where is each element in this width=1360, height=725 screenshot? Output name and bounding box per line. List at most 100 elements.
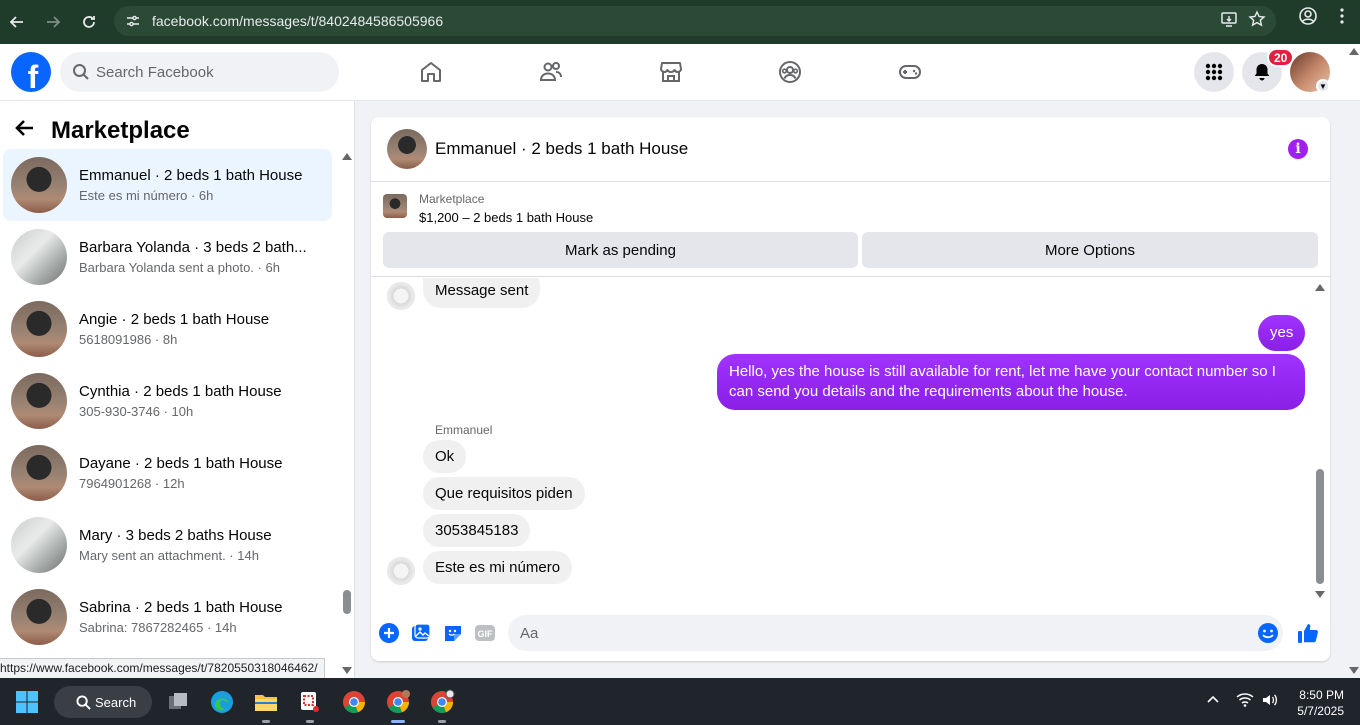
facebook-header: f 20 ▼: [0, 44, 1360, 101]
mark-as-pending-button[interactable]: Mark as pending: [383, 232, 858, 268]
taskbar-search[interactable]: Search: [54, 686, 152, 718]
sidebar-scrollbar-thumb[interactable]: [343, 590, 351, 614]
conversation-name: Barbara Yolanda · 3 beds 2 bath...: [79, 239, 307, 256]
windows-taskbar: Search 8:50 PM 5/7/2025: [0, 678, 1360, 725]
emoji-icon[interactable]: [1256, 621, 1280, 645]
marketplace-nav-icon[interactable]: [651, 52, 691, 92]
browser-menu-icon[interactable]: [1332, 6, 1352, 31]
more-options-button[interactable]: More Options: [862, 232, 1318, 268]
message-composer: GIF: [371, 607, 1330, 661]
file-explorer-icon[interactable]: [250, 686, 282, 718]
conversation-item[interactable]: Sabrina · 2 beds 1 bath House Sabrina: 7…: [3, 581, 332, 653]
sticker-icon[interactable]: [441, 621, 465, 645]
groups-nav-icon[interactable]: [770, 52, 810, 92]
scroll-up-arrow-icon[interactable]: [342, 153, 352, 160]
chrome-profile-2-icon[interactable]: [426, 686, 458, 718]
home-nav-icon[interactable]: [411, 52, 451, 92]
windows-start-icon[interactable]: [11, 686, 43, 718]
status-link-preview: https://www.facebook.com/messages/t/7820…: [0, 658, 325, 678]
back-icon[interactable]: [1, 6, 33, 38]
sender-avatar: [387, 282, 415, 310]
facebook-logo-icon[interactable]: f: [11, 52, 51, 92]
listing-thumbnail: [11, 517, 67, 573]
listing-thumbnail: [11, 157, 67, 213]
message-input-box[interactable]: [508, 615, 1283, 651]
message-list: Message sent yes Hello, yes the house is…: [371, 278, 1330, 596]
clock-time: 8:50 PM: [1299, 688, 1344, 702]
wifi-icon[interactable]: [1236, 692, 1254, 711]
install-app-icon[interactable]: [1220, 10, 1238, 33]
conversation-item[interactable]: Mary · 3 beds 2 baths House Mary sent an…: [3, 509, 332, 581]
listing-thumbnail[interactable]: [383, 194, 407, 218]
chat-scroll-down-icon[interactable]: [1315, 591, 1325, 598]
gaming-nav-icon[interactable]: [890, 52, 930, 92]
plus-icon[interactable]: [377, 621, 401, 645]
account-icon[interactable]: [1298, 6, 1318, 31]
conversation-preview: 305-930-3746 · 10h: [79, 404, 194, 419]
conversation-item[interactable]: Angie · 2 beds 1 bath House 5618091986 ·…: [3, 293, 332, 365]
address-bar[interactable]: facebook.com/messages/t/8402484586505966: [114, 6, 1276, 36]
snipping-tool-icon[interactable]: [294, 686, 326, 718]
outgoing-message-bubble: yes: [1258, 315, 1306, 351]
incoming-message-bubble: Este es mi número: [423, 551, 573, 584]
forward-icon[interactable]: [37, 6, 69, 38]
like-thumb-icon[interactable]: [1296, 621, 1320, 645]
conversation-preview: Sabrina: 7867282465 · 14h: [79, 620, 237, 635]
chrome-icon[interactable]: [338, 686, 370, 718]
message-bubble: Message sent: [423, 278, 541, 308]
conversation-name: Mary · 3 beds 2 baths House: [79, 527, 272, 544]
marketplace-label: Marketplace: [419, 192, 485, 206]
conversation-item[interactable]: Dayane · 2 beds 1 bath House 7964901268 …: [3, 437, 332, 509]
friends-nav-icon[interactable]: [531, 52, 571, 92]
photo-icon[interactable]: [409, 621, 433, 645]
chat-scroll-up-icon[interactable]: [1315, 284, 1325, 291]
conversation-preview: Este es mi número · 6h: [79, 188, 214, 203]
conversation-preview: Barbara Yolanda sent a photo. · 6h: [79, 260, 280, 275]
chevron-down-icon[interactable]: ▼: [1316, 79, 1330, 93]
conversation-item[interactable]: Barbara Yolanda · 3 beds 2 bath... Barba…: [3, 221, 332, 293]
conversation-name: Angie · 2 beds 1 bath House: [79, 311, 270, 328]
site-settings-icon[interactable]: [118, 6, 148, 36]
gif-icon[interactable]: GIF: [473, 621, 497, 645]
info-icon[interactable]: i: [1288, 139, 1308, 159]
chat-title[interactable]: Emmanuel · 2 beds 1 bath House: [435, 139, 688, 159]
search-input[interactable]: [96, 63, 316, 81]
bookmark-star-icon[interactable]: [1248, 10, 1266, 33]
listing-thumbnail: [11, 229, 67, 285]
back-arrow-icon[interactable]: [14, 117, 40, 145]
conversation-preview: 5618091986 · 8h: [79, 332, 178, 347]
edge-icon[interactable]: [206, 686, 238, 718]
taskbar-search-label: Search: [95, 694, 137, 710]
sender-name: Emmanuel: [435, 423, 493, 437]
incoming-message-bubble: Ok: [423, 440, 467, 473]
chrome-profile-icon[interactable]: [382, 686, 414, 718]
chat-avatar[interactable]: [387, 129, 427, 169]
task-view-icon[interactable]: [162, 686, 194, 718]
browser-toolbar: facebook.com/messages/t/8402484586505966: [0, 0, 1360, 44]
conversation-name: Dayane · 2 beds 1 bath House: [79, 455, 283, 472]
active-indicator: [391, 720, 405, 723]
scroll-down-arrow-icon[interactable]: [342, 667, 352, 674]
listing-title[interactable]: $1,200 – 2 beds 1 bath House: [419, 210, 593, 225]
listing-thumbnail: [11, 445, 67, 501]
chevron-up-icon[interactable]: [1206, 692, 1220, 709]
running-indicator: [306, 720, 314, 723]
chat-scrollbar-thumb[interactable]: [1316, 469, 1324, 584]
menu-grid-icon[interactable]: [1194, 52, 1234, 92]
chat-header: Emmanuel · 2 beds 1 bath House i: [371, 117, 1330, 182]
message-input[interactable]: [520, 624, 1220, 642]
reload-icon[interactable]: [73, 6, 105, 38]
chat-panel: Emmanuel · 2 beds 1 bath House i Marketp…: [371, 117, 1330, 661]
conversation-preview: Mary sent an attachment. · 14h: [79, 548, 259, 563]
sender-avatar: [387, 557, 415, 585]
conversation-item[interactable]: Cynthia · 2 beds 1 bath House 305-930-37…: [3, 365, 332, 437]
conversation-item[interactable]: Emmanuel · 2 beds 1 bath House Este es m…: [3, 149, 332, 221]
page-scroll-down-icon[interactable]: [1349, 667, 1359, 674]
page-title: Marketplace: [51, 117, 190, 144]
listing-thumbnail: [11, 373, 67, 429]
page-scroll-up-icon[interactable]: [1349, 48, 1359, 55]
search-box[interactable]: [60, 52, 339, 92]
system-clock[interactable]: 8:50 PM 5/7/2025: [1297, 687, 1344, 719]
volume-icon[interactable]: [1261, 692, 1279, 711]
listing-thumbnail: [11, 301, 67, 357]
